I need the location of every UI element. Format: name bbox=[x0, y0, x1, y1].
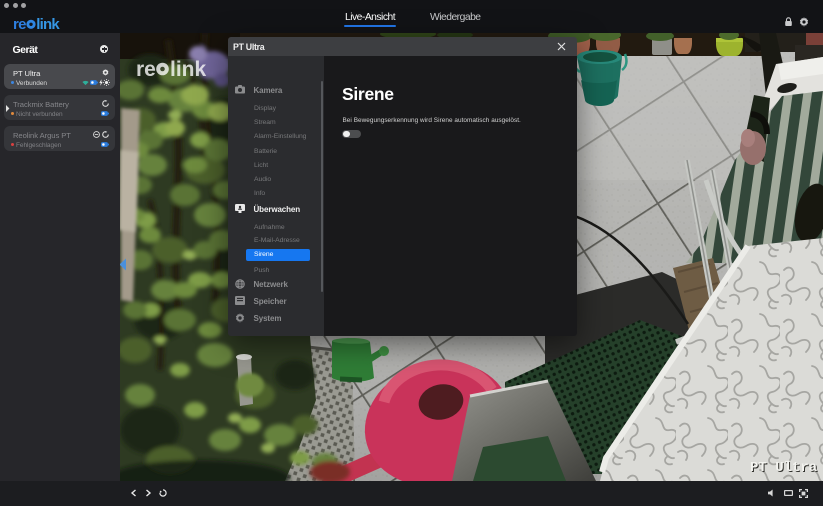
svg-text:re: re bbox=[13, 16, 26, 33]
svg-text:re: re bbox=[136, 58, 156, 81]
svg-text:link: link bbox=[36, 16, 60, 33]
svg-text:PT Ultra: PT Ultra bbox=[750, 460, 818, 476]
svg-text:link: link bbox=[170, 58, 206, 81]
